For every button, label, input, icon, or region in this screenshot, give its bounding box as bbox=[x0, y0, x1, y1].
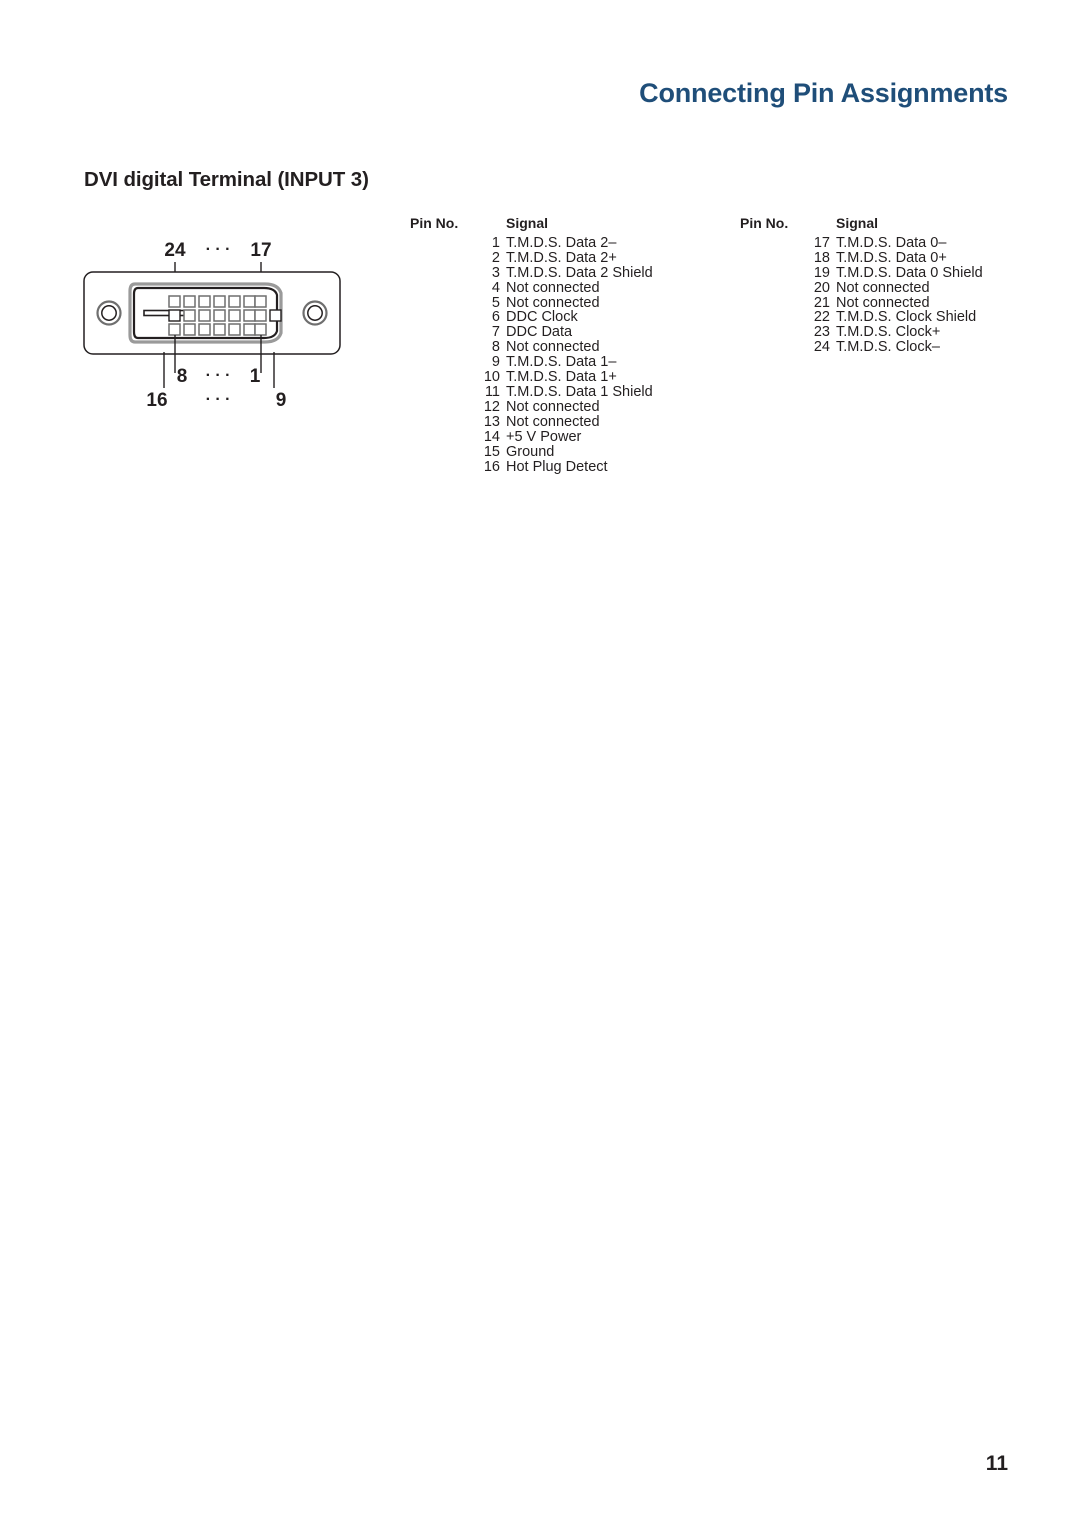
cell-signal: T.M.D.S. Clock– bbox=[836, 339, 940, 356]
table-row: 21 Not connected bbox=[740, 294, 1070, 311]
section-heading: DVI digital Terminal (INPUT 3) bbox=[84, 168, 369, 191]
column-header-pin-no: Pin No. bbox=[410, 215, 459, 231]
cell-signal: DDC Data bbox=[506, 324, 573, 341]
page-header: Connecting Pin Assignments bbox=[0, 78, 1008, 109]
pin-table-block-b: Pin No. Signal 17 T.M.D.S. Data 0– 18 T.M.D… bbox=[740, 216, 1070, 474]
cell-signal: T.M.D.S. Clock Shield bbox=[836, 309, 977, 326]
table-row: 10 T.M.D.S. Data 1+ bbox=[410, 370, 740, 385]
pin-table-header: Pin No. Signal bbox=[740, 216, 1070, 231]
pin-table-body-b: 17 T.M.D.S. Data 0– 18 T.M.D.S. Data 0+ 19 T.… bbox=[740, 236, 1070, 355]
cell-pin-no: 17 bbox=[813, 234, 830, 251]
cell-pin-no: 22 bbox=[813, 309, 830, 326]
table-row: 12 Not connected bbox=[410, 398, 740, 415]
table-row: 20 Not connected bbox=[740, 279, 1070, 296]
table-row: 7 DDC Data bbox=[410, 325, 740, 340]
cell-signal: T.M.D.S. Data 1+ bbox=[506, 369, 617, 386]
cell-pin-no: 15 bbox=[483, 443, 500, 460]
cell-signal: Not connected bbox=[506, 279, 600, 296]
cell-pin-no: 11 bbox=[484, 383, 500, 400]
cell-pin-no: 9 bbox=[491, 354, 500, 371]
table-row: 9 T.M.D.S. Data 1– bbox=[410, 355, 740, 370]
pin-grid bbox=[168, 295, 267, 336]
table-row: 13 Not connected bbox=[410, 413, 740, 430]
table-row: 6 DDC Clock bbox=[410, 310, 740, 325]
table-row: 24 T.M.D.S. Clock– bbox=[740, 340, 1070, 355]
table-row: 15 Ground bbox=[410, 443, 740, 460]
pin-label-16: 16 bbox=[146, 390, 167, 411]
table-row: 2 T.M.D.S. Data 2+ bbox=[410, 249, 740, 266]
cell-signal: T.M.D.S. Data 0+ bbox=[836, 249, 947, 266]
table-row: 11 T.M.D.S. Data 1 Shield bbox=[410, 385, 740, 400]
page-number: 11 bbox=[985, 1452, 1008, 1475]
cell-signal: T.M.D.S. Data 2+ bbox=[506, 249, 617, 266]
cell-pin-no: 14 bbox=[483, 428, 500, 445]
page-title: Connecting Pin Assignments bbox=[639, 78, 1008, 108]
table-row: 19 T.M.D.S. Data 0 Shield bbox=[740, 264, 1070, 281]
cell-pin-no: 23 bbox=[813, 324, 830, 341]
cell-pin-no: 8 bbox=[491, 339, 500, 356]
cell-pin-no: 12 bbox=[483, 398, 500, 415]
table-row: 8 Not connected bbox=[410, 340, 740, 355]
cell-signal: T.M.D.S. Data 2– bbox=[506, 234, 617, 251]
cell-signal: Not connected bbox=[506, 339, 600, 356]
cell-signal: Not connected bbox=[836, 279, 930, 296]
cell-signal: T.M.D.S. Data 2 Shield bbox=[506, 264, 653, 281]
cell-signal: DDC Clock bbox=[506, 309, 578, 326]
cell-pin-no: 7 bbox=[491, 324, 500, 341]
pin-table-header: Pin No. Signal bbox=[410, 216, 740, 231]
table-row: 23 T.M.D.S. Clock+ bbox=[740, 325, 1070, 340]
cell-pin-no: 19 bbox=[813, 264, 830, 281]
column-header-signal: Signal bbox=[836, 215, 879, 231]
cell-signal: Hot Plug Detect bbox=[506, 458, 608, 475]
table-row: 4 Not connected bbox=[410, 279, 740, 296]
cell-signal: Not connected bbox=[506, 294, 600, 311]
cell-signal: T.M.D.S. Data 1 Shield bbox=[506, 383, 653, 400]
column-header-pin-no: Pin No. bbox=[740, 215, 789, 231]
cell-signal: +5 V Power bbox=[506, 428, 582, 445]
table-row: 1 T.M.D.S. Data 2– bbox=[410, 236, 740, 251]
cell-pin-no: 21 bbox=[813, 294, 830, 311]
column-header-signal: Signal bbox=[506, 215, 549, 231]
pin-label-mid-ellipsis: · · · bbox=[206, 367, 231, 384]
table-row: 14 +5 V Power bbox=[410, 428, 740, 445]
cell-pin-no: 20 bbox=[813, 279, 830, 296]
table-row: 3 T.M.D.S. Data 2 Shield bbox=[410, 264, 740, 281]
cell-pin-no: 2 bbox=[491, 249, 500, 266]
cell-signal: T.M.D.S. Data 1– bbox=[506, 354, 617, 371]
cell-pin-no: 1 bbox=[491, 234, 500, 251]
pin-label-17: 17 bbox=[250, 240, 271, 261]
table-row: 5 Not connected bbox=[410, 294, 740, 311]
table-row: 16 Hot Plug Detect bbox=[410, 458, 740, 475]
cell-signal: Not connected bbox=[836, 294, 930, 311]
pin-label-1: 1 bbox=[250, 366, 261, 387]
pin-table-block-a: Pin No. Signal 1 T.M.D.S. Data 2– 2 T.M.D.S… bbox=[410, 216, 740, 474]
pin-label-24: 24 bbox=[164, 240, 186, 261]
cell-pin-no: 16 bbox=[483, 458, 500, 475]
cell-pin-no: 6 bbox=[491, 309, 500, 326]
cell-signal: Not connected bbox=[506, 398, 600, 415]
cell-pin-no: 18 bbox=[813, 249, 830, 266]
pin-assignment-tables: Pin No. Signal 1 T.M.D.S. Data 2– 2 T.M.D.S… bbox=[410, 216, 1070, 474]
pin-label-bottom-ellipsis: · · · bbox=[206, 391, 231, 408]
pin-label-8: 8 bbox=[177, 366, 188, 387]
cell-signal: Ground bbox=[506, 443, 555, 460]
pin-label-top-ellipsis: · · · bbox=[206, 241, 231, 258]
table-row: 17 T.M.D.S. Data 0– bbox=[740, 236, 1070, 251]
cell-pin-no: 13 bbox=[483, 413, 500, 430]
cell-signal: T.M.D.S. Data 0– bbox=[836, 234, 947, 251]
cell-signal: T.M.D.S. Clock+ bbox=[836, 324, 941, 341]
dvi-connector-diagram: 24 · · · 17 8 · · · 1 16 · · · 9 bbox=[78, 236, 378, 422]
cell-pin-no: 5 bbox=[491, 294, 500, 311]
cell-signal: T.M.D.S. Data 0 Shield bbox=[836, 264, 983, 281]
cell-pin-no: 10 bbox=[483, 369, 500, 386]
table-row: 18 T.M.D.S. Data 0+ bbox=[740, 249, 1070, 266]
pin-table-body-a: 1 T.M.D.S. Data 2– 2 T.M.D.S. Data 2+ 3 T.M.D… bbox=[410, 236, 740, 475]
cell-signal: Not connected bbox=[506, 413, 600, 430]
table-row: 22 T.M.D.S. Clock Shield bbox=[740, 310, 1070, 325]
cell-pin-no: 24 bbox=[813, 339, 830, 356]
cell-pin-no: 3 bbox=[491, 264, 500, 281]
pin-label-9: 9 bbox=[276, 390, 287, 411]
cell-pin-no: 4 bbox=[491, 279, 500, 296]
